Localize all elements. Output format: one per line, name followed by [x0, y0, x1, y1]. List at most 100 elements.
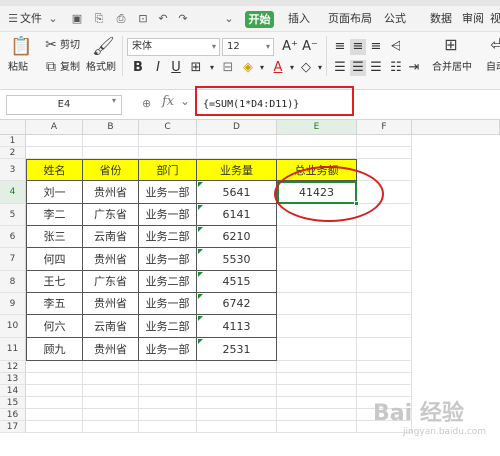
grid-cell[interactable]	[357, 226, 412, 248]
grid-cell[interactable]	[83, 147, 139, 159]
row-header-16[interactable]: 16	[0, 409, 26, 421]
grid-cell[interactable]	[26, 147, 83, 159]
print-preview-icon[interactable]: ⊡	[136, 12, 150, 26]
table-cell[interactable]: 顾九	[26, 338, 83, 361]
grid-cell[interactable]	[139, 397, 197, 409]
row-header-10[interactable]: 10	[0, 315, 26, 338]
row-header-4[interactable]: 4	[0, 181, 26, 204]
grid-cell[interactable]	[357, 315, 412, 338]
undo-icon[interactable]: ↶	[156, 12, 170, 26]
grid-cell[interactable]	[197, 397, 277, 409]
grid-cell[interactable]	[26, 361, 83, 373]
column-header-a[interactable]: A	[26, 120, 83, 135]
table-cell[interactable]: 业务一部	[139, 204, 197, 226]
grid-cell[interactable]	[139, 385, 197, 397]
tab-view[interactable]: 视图	[490, 12, 500, 26]
row-header-12[interactable]: 12	[0, 361, 26, 373]
column-header-d[interactable]: D	[197, 120, 277, 135]
cell-style-icon[interactable]: ⊟	[220, 60, 236, 76]
table-cell[interactable]: 何四	[26, 248, 83, 271]
chevron-down-icon[interactable]: ▾	[254, 60, 270, 76]
table-header-cell[interactable]: 部门	[139, 159, 197, 181]
table-cell-value[interactable]: 6210	[197, 226, 277, 248]
copy-button-label[interactable]: 复制	[60, 62, 80, 74]
table-cell[interactable]: 业务二部	[139, 315, 197, 338]
decrease-font-icon[interactable]: A⁻	[302, 39, 318, 55]
grid-cell[interactable]	[357, 147, 412, 159]
row-header-2[interactable]: 2	[0, 147, 26, 159]
tab-page-layout[interactable]: 页面布局	[328, 12, 372, 26]
table-cell[interactable]: 李二	[26, 204, 83, 226]
tab-insert[interactable]: 插入	[288, 12, 310, 26]
grid-cell[interactable]	[197, 147, 277, 159]
table-cell[interactable]: 贵州省	[83, 181, 139, 204]
table-cell[interactable]: 业务一部	[139, 338, 197, 361]
table-cell[interactable]: 李五	[26, 293, 83, 315]
grid-cell[interactable]	[139, 147, 197, 159]
indent-icon[interactable]: ⇥	[406, 60, 422, 76]
cut-button-label[interactable]: 剪切	[60, 40, 80, 52]
grid-cell[interactable]	[83, 421, 139, 433]
grid-cell[interactable]	[277, 147, 357, 159]
tab-formulas[interactable]: 公式	[384, 12, 406, 26]
table-cell[interactable]: 何六	[26, 315, 83, 338]
table-header-cell[interactable]: 业务量	[197, 159, 277, 181]
align-right-icon[interactable]: ☰	[368, 60, 384, 76]
orientation-icon[interactable]: ⩤	[388, 39, 404, 55]
table-cell-value[interactable]: 6141	[197, 204, 277, 226]
align-center-icon[interactable]: ☰	[350, 60, 366, 76]
grid-cell[interactable]	[197, 421, 277, 433]
grid-cell[interactable]	[277, 315, 357, 338]
row-header-5[interactable]: 5	[0, 204, 26, 226]
select-all-corner[interactable]	[0, 120, 26, 135]
table-cell[interactable]: 业务二部	[139, 226, 197, 248]
row-header-13[interactable]: 13	[0, 373, 26, 385]
redo-icon[interactable]: ↷	[176, 12, 190, 26]
name-box[interactable]: E4	[6, 95, 122, 115]
grid-cell[interactable]	[197, 373, 277, 385]
table-cell-value[interactable]: 5530	[197, 248, 277, 271]
row-header-7[interactable]: 7	[0, 248, 26, 271]
paste-icon[interactable]: 📋	[10, 38, 32, 56]
grid-cell[interactable]	[83, 135, 139, 147]
row-header-6[interactable]: 6	[0, 226, 26, 248]
table-cell[interactable]: 广东省	[83, 271, 139, 293]
bold-icon[interactable]: B	[130, 60, 146, 76]
overflow-chevron-icon[interactable]: ⌄	[222, 12, 236, 26]
tab-data[interactable]: 数据	[430, 12, 452, 26]
copy-icon[interactable]: ⧉	[42, 58, 60, 76]
grid-cell[interactable]	[26, 373, 83, 385]
align-top-icon[interactable]: ≡	[332, 39, 348, 55]
grid-cell[interactable]	[357, 385, 412, 397]
grid-cell[interactable]	[83, 385, 139, 397]
grid-cell[interactable]	[277, 385, 357, 397]
paste-button-label[interactable]: 粘贴	[8, 62, 28, 74]
zoom-icon[interactable]: ⊕	[142, 97, 151, 110]
print-icon[interactable]: ⎙	[114, 12, 128, 26]
grid-cell[interactable]	[277, 271, 357, 293]
table-cell[interactable]: 贵州省	[83, 338, 139, 361]
grid-cell[interactable]	[26, 385, 83, 397]
wrap-text-label[interactable]: 自动	[486, 62, 500, 74]
grid-cell[interactable]	[357, 293, 412, 315]
chevron-down-icon[interactable]: ⌄	[46, 12, 60, 26]
grid-cell[interactable]	[197, 361, 277, 373]
table-cell[interactable]: 业务一部	[139, 293, 197, 315]
distributed-align-icon[interactable]: ☷	[388, 60, 404, 76]
grid-cell[interactable]	[139, 373, 197, 385]
grid-cell[interactable]	[277, 248, 357, 271]
grid-cell[interactable]	[357, 135, 412, 147]
table-cell[interactable]: 王七	[26, 271, 83, 293]
grid-cell[interactable]	[197, 135, 277, 147]
grid-cell[interactable]	[277, 226, 357, 248]
table-cell-value[interactable]: 4515	[197, 271, 277, 293]
grid-cell[interactable]	[357, 271, 412, 293]
tab-review[interactable]: 审阅	[462, 12, 484, 26]
row-header-8[interactable]: 8	[0, 271, 26, 293]
grid-cell[interactable]	[277, 397, 357, 409]
grid-cell[interactable]	[26, 135, 83, 147]
grid-cell[interactable]	[357, 361, 412, 373]
grid-cell[interactable]	[277, 338, 357, 361]
tab-home[interactable]: 开始	[245, 11, 274, 28]
font-size-select[interactable]: 12 ▾	[222, 38, 274, 56]
